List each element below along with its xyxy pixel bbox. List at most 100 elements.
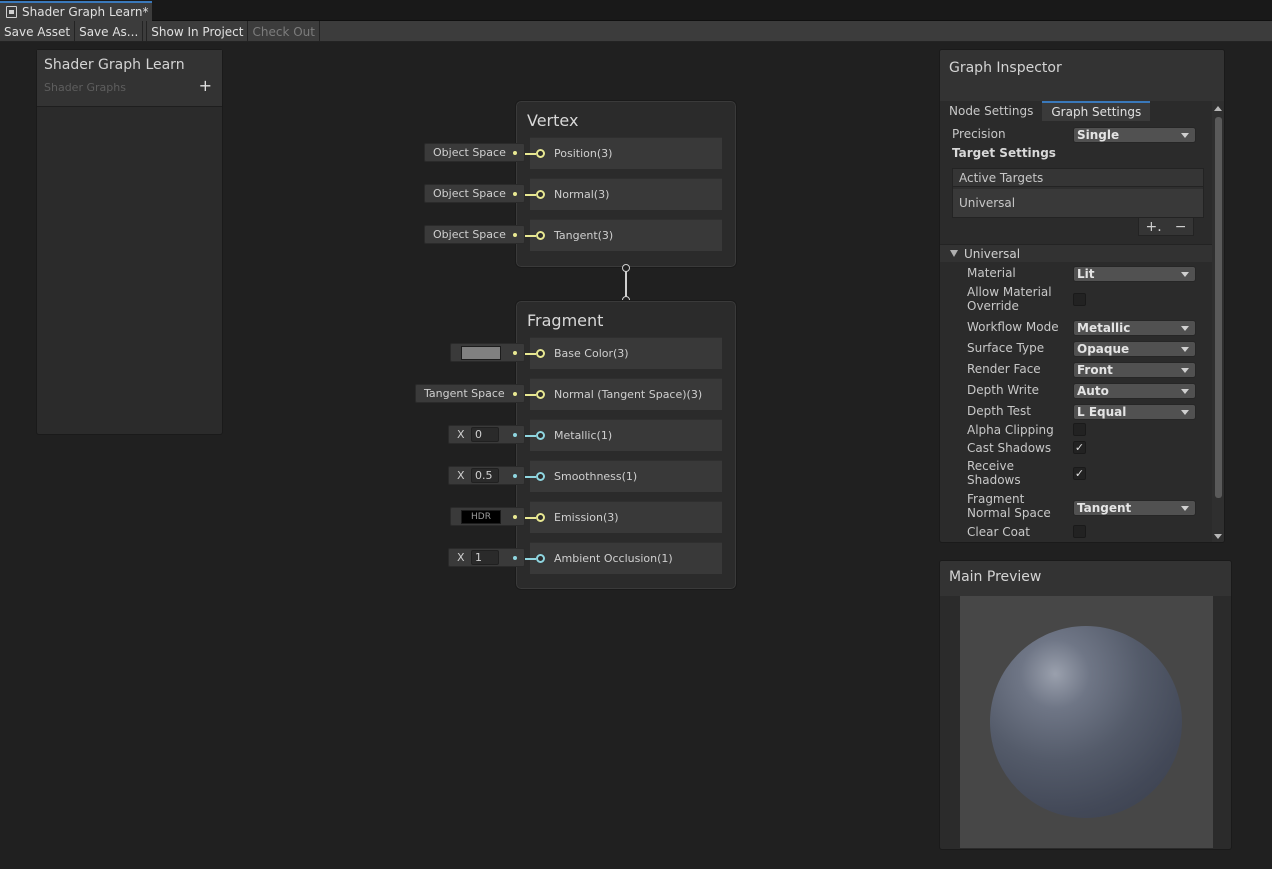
render-face-dropdown[interactable]: Front — [1073, 362, 1196, 378]
base-color-input[interactable] — [450, 343, 525, 362]
vertex-node[interactable]: Vertex Position(3) Normal(3) Tangent(3) — [515, 100, 737, 268]
tangent-space-input[interactable]: Object Space — [424, 225, 525, 244]
hdr-color-swatch[interactable]: HDR — [461, 510, 501, 524]
port-connector[interactable] — [536, 472, 545, 481]
check-out-button[interactable]: Check Out — [248, 21, 320, 42]
port-connector[interactable] — [536, 149, 545, 158]
receive-shadows-checkbox[interactable]: ✓ — [1073, 467, 1086, 480]
show-in-project-button[interactable]: Show In Project — [147, 21, 249, 42]
port-connector[interactable] — [536, 190, 545, 199]
window-tab-bar: Shader Graph Learn* — [0, 0, 1272, 21]
save-as-button[interactable]: Save As... — [75, 21, 144, 42]
active-targets-list: Active Targets Universal — [952, 168, 1204, 218]
inspector-title: Graph Inspector — [949, 60, 1062, 76]
shader-graph-tab[interactable]: Shader Graph Learn* — [0, 1, 152, 21]
fragment-normal-space-dropdown[interactable]: Tangent — [1073, 500, 1196, 516]
vertex-port-position[interactable]: Position(3) — [524, 137, 722, 169]
vertex-port-tangent[interactable]: Tangent(3) — [524, 219, 722, 251]
port-wire — [524, 558, 536, 560]
smoothness-field[interactable]: 0.5 — [471, 468, 499, 483]
port-connector[interactable] — [536, 390, 545, 399]
normal-tangent-space-input[interactable]: Tangent Space — [415, 384, 525, 403]
cast-shadows-checkbox[interactable]: ✓ — [1073, 441, 1086, 454]
active-targets-header: Active Targets — [953, 169, 1203, 187]
allow-override-label: Allow Material Override — [967, 285, 1052, 313]
material-label: Material — [967, 266, 1016, 280]
depth-write-dropdown[interactable]: Auto — [1073, 383, 1196, 399]
color-swatch[interactable] — [461, 346, 501, 360]
target-settings-heading: Target Settings — [952, 146, 1056, 160]
normal-space-input[interactable]: Object Space — [424, 184, 525, 203]
section-label: Universal — [964, 246, 1021, 261]
fragment-port-smoothness[interactable]: Smoothness(1) — [524, 460, 722, 492]
fragment-port-metallic[interactable]: Metallic(1) — [524, 419, 722, 451]
depth-write-label: Depth Write — [967, 383, 1040, 397]
fragment-port-base-color[interactable]: Base Color(3) — [524, 337, 722, 369]
port-wire — [524, 353, 536, 355]
allow-override-checkbox[interactable] — [1073, 293, 1086, 306]
add-target-button[interactable]: +. — [1146, 219, 1162, 235]
scroll-down-icon[interactable] — [1214, 534, 1222, 539]
fragment-port-ambient-occlusion[interactable]: Ambient Occlusion(1) — [524, 542, 722, 574]
target-list-buttons: +. − — [1138, 218, 1194, 236]
port-connector[interactable] — [536, 349, 545, 358]
material-dropdown[interactable]: Lit — [1073, 266, 1196, 282]
scroll-up-icon[interactable] — [1214, 106, 1222, 111]
clear-coat-label: Clear Coat — [967, 525, 1030, 539]
smoothness-value-input[interactable]: X 0.5 — [448, 466, 525, 485]
fragment-node[interactable]: Fragment Base Color(3) Normal (Tangent S… — [515, 300, 737, 590]
ambient-occlusion-field[interactable]: 1 — [471, 550, 499, 565]
shader-graph-icon — [6, 6, 17, 18]
target-item-universal[interactable]: Universal — [953, 189, 1203, 217]
workflow-dropdown[interactable]: Metallic — [1073, 320, 1196, 336]
clear-coat-checkbox[interactable] — [1073, 525, 1086, 538]
port-wire — [524, 394, 536, 396]
fragment-port-emission[interactable]: Emission(3) — [524, 501, 722, 533]
scroll-thumb[interactable] — [1215, 117, 1222, 498]
toolbar: Save Asset Save As... Show In Project Ch… — [0, 21, 1272, 42]
tab-node-settings[interactable]: Node Settings — [940, 101, 1042, 121]
blackboard-header: Shader Graph Learn Shader Graphs + — [37, 50, 222, 107]
save-asset-button[interactable]: Save Asset — [0, 21, 76, 42]
emission-input[interactable]: HDR — [450, 507, 525, 526]
universal-section-header[interactable]: Universal — [940, 244, 1214, 262]
ambient-occlusion-input[interactable]: X 1 — [448, 548, 525, 567]
port-connector[interactable] — [536, 431, 545, 440]
port-wire — [524, 476, 536, 478]
alpha-clipping-checkbox[interactable] — [1073, 423, 1086, 436]
port-label: Base Color(3) — [554, 347, 629, 360]
metallic-field[interactable]: 0 — [471, 427, 499, 442]
surface-type-dropdown[interactable]: Opaque — [1073, 341, 1196, 357]
vertex-port-normal[interactable]: Normal(3) — [524, 178, 722, 210]
depth-test-dropdown[interactable]: L Equal — [1073, 404, 1196, 420]
metallic-value-input[interactable]: X 0 — [448, 425, 525, 444]
inspector-scrollbar[interactable] — [1212, 101, 1224, 542]
port-connector[interactable] — [536, 231, 545, 240]
port-connector[interactable] — [536, 513, 545, 522]
preview-sphere — [990, 626, 1182, 818]
position-space-input[interactable]: Object Space — [424, 143, 525, 162]
inspector-header: Graph Inspector — [940, 50, 1224, 101]
add-property-button[interactable]: + — [199, 76, 212, 95]
preview-viewport[interactable] — [960, 596, 1213, 848]
main-preview-panel[interactable]: Main Preview — [939, 560, 1232, 850]
link-anchor-top — [622, 264, 630, 272]
port-wire — [524, 235, 536, 237]
remove-target-button[interactable]: − — [1175, 219, 1187, 235]
inspector-tabs: Node Settings Graph Settings — [940, 101, 1216, 121]
graph-inspector[interactable]: Graph Inspector Node Settings Graph Sett… — [939, 49, 1225, 543]
fragment-normal-space-label: Fragment Normal Space — [967, 492, 1051, 520]
precision-dropdown[interactable]: Single — [1073, 127, 1196, 143]
receive-shadows-label: Receive Shadows — [967, 459, 1021, 487]
fragment-port-normal[interactable]: Normal (Tangent Space)(3) — [524, 378, 722, 410]
port-label: Metallic(1) — [554, 429, 613, 442]
port-connector[interactable] — [536, 554, 545, 563]
tab-graph-settings[interactable]: Graph Settings — [1042, 101, 1151, 121]
precision-label: Precision — [952, 127, 1006, 141]
port-wire — [524, 153, 536, 155]
port-label: Tangent(3) — [554, 229, 614, 242]
port-label: Ambient Occlusion(1) — [554, 552, 673, 565]
port-label: Position(3) — [554, 147, 613, 160]
blackboard-panel[interactable]: Shader Graph Learn Shader Graphs + — [36, 49, 223, 435]
port-wire — [524, 194, 536, 196]
